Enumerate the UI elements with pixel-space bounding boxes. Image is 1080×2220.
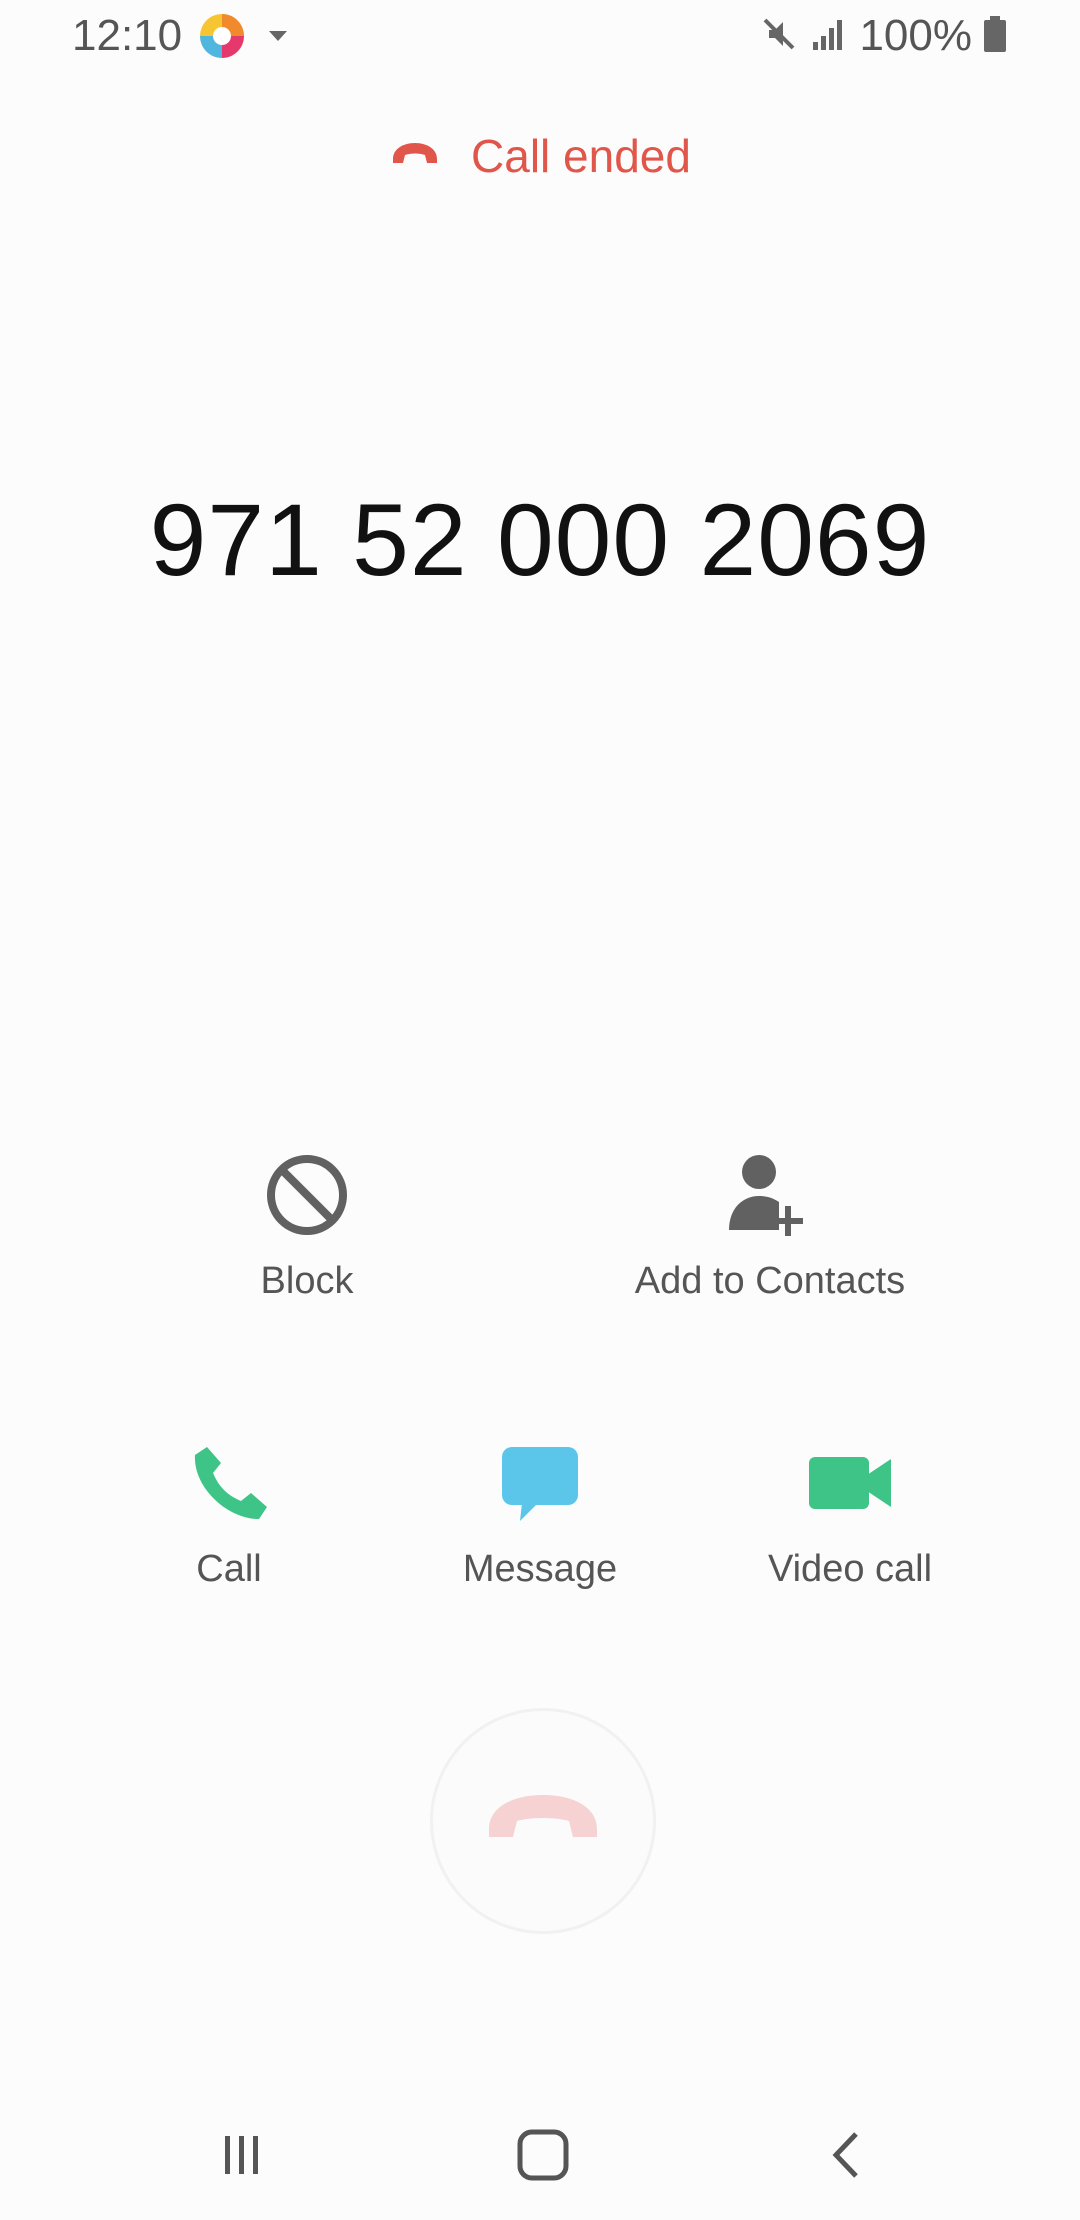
add-person-icon: [725, 1150, 815, 1240]
add-to-contacts-button[interactable]: Add to Contacts: [610, 1150, 930, 1303]
block-button[interactable]: Block: [207, 1150, 407, 1303]
call-ended-screen: 12:10 100% Call ended 971 52 000 2069 Bl…: [0, 0, 1080, 2220]
call-label: Call: [196, 1548, 262, 1590]
end-call-small-icon: [389, 139, 441, 174]
status-bar: 12:10 100%: [0, 0, 1080, 72]
end-call-button[interactable]: [430, 1708, 656, 1934]
mute-icon: [759, 14, 799, 59]
message-label: Message: [462, 1548, 618, 1590]
end-call-icon: [483, 1789, 603, 1854]
dropdown-arrow-icon: [266, 26, 290, 46]
call-button[interactable]: Call: [129, 1438, 329, 1591]
video-call-button[interactable]: Video call: [740, 1438, 960, 1591]
status-time: 12:10: [72, 11, 183, 60]
back-icon[interactable]: [812, 2120, 882, 2190]
battery-percent: 100%: [859, 11, 972, 60]
call-status-text: Call ended: [471, 130, 691, 182]
add-to-contacts-label: Add to Contacts: [634, 1260, 906, 1302]
message-bubble-icon: [495, 1438, 585, 1528]
message-button[interactable]: Message: [440, 1438, 640, 1591]
block-icon: [262, 1150, 352, 1240]
phone-number: 971 52 000 2069: [149, 483, 931, 597]
video-camera-icon: [805, 1438, 895, 1528]
call-status: Call ended: [0, 126, 1080, 186]
app-icon: [198, 12, 246, 60]
navigation-bar: [0, 2090, 1080, 2220]
battery-icon: [982, 14, 1008, 59]
recents-icon[interactable]: [207, 2120, 277, 2190]
status-indicators: 100%: [749, 10, 1008, 62]
block-label: Block: [260, 1260, 354, 1302]
video-call-label: Video call: [767, 1548, 933, 1590]
signal-icon: [809, 14, 849, 59]
home-icon[interactable]: [508, 2120, 578, 2190]
phone-icon: [184, 1438, 274, 1528]
